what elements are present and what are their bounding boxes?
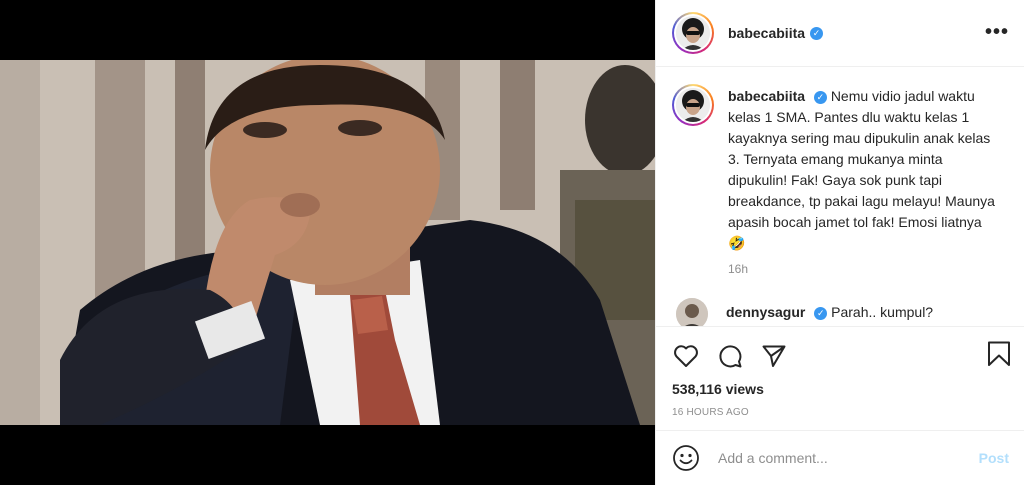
post-timestamp[interactable]: 16 HOURS AGO (672, 407, 1009, 418)
comment-body: Parah.. kumpul? (831, 304, 934, 320)
like-button[interactable] (672, 342, 700, 370)
comment-text: dennysagur ✓ Parah.. kumpul? (726, 304, 933, 320)
avatar-image (676, 298, 708, 326)
bookmark-icon (988, 341, 1010, 366)
video-still (0, 60, 655, 425)
comment-composer: Post (656, 430, 1024, 485)
post-side-panel: babecabiita ✓ ••• babecabiita ✓ Nemu vid… (655, 0, 1024, 485)
comments-list[interactable]: babecabiita ✓ Nemu vidio jadul waktu kel… (656, 68, 1024, 326)
caption-body: Nemu vidio jadul waktu kelas 1 SMA. Pant… (728, 88, 995, 251)
comment-icon (719, 345, 742, 368)
verified-badge-icon: ✓ (810, 26, 824, 40)
commenter-avatar[interactable] (676, 298, 708, 326)
avatar-image (676, 16, 710, 50)
verified-badge-icon: ✓ (813, 91, 827, 104)
verified-badge-icon: ✓ (814, 307, 828, 320)
paper-plane-icon (762, 345, 786, 367)
share-button[interactable] (760, 342, 788, 370)
save-button[interactable] (987, 341, 1011, 372)
caption-time[interactable]: 16h (728, 262, 1009, 276)
avatar-image (676, 88, 710, 122)
post-actions: 538,116 views 16 HOURS AGO (656, 326, 1024, 430)
heart-icon (674, 345, 698, 367)
author-username[interactable]: babecabiita (728, 25, 805, 41)
commenter-username[interactable]: dennysagur (726, 304, 805, 320)
post-media[interactable] (0, 0, 655, 485)
caption-author-avatar[interactable] (672, 84, 714, 126)
caption-username[interactable]: babecabiita (728, 88, 805, 104)
comment-input[interactable] (718, 450, 958, 466)
post-comment-button[interactable]: Post (979, 450, 1009, 466)
author-avatar[interactable] (672, 12, 714, 54)
post-header: babecabiita ✓ ••• (656, 0, 1024, 67)
caption-text: babecabiita ✓ Nemu vidio jadul waktu kel… (728, 86, 998, 254)
comment-item: dennysagur ✓ Parah.. kumpul? (672, 298, 1009, 326)
video-frame[interactable] (0, 60, 655, 425)
more-options-icon[interactable]: ••• (985, 22, 1009, 42)
action-icons (672, 327, 1011, 381)
comment-button[interactable] (716, 342, 744, 370)
view-count[interactable]: 538,116 views (672, 381, 1009, 397)
caption: babecabiita ✓ Nemu vidio jadul waktu kel… (672, 84, 1009, 254)
smiley-icon[interactable] (672, 444, 700, 472)
